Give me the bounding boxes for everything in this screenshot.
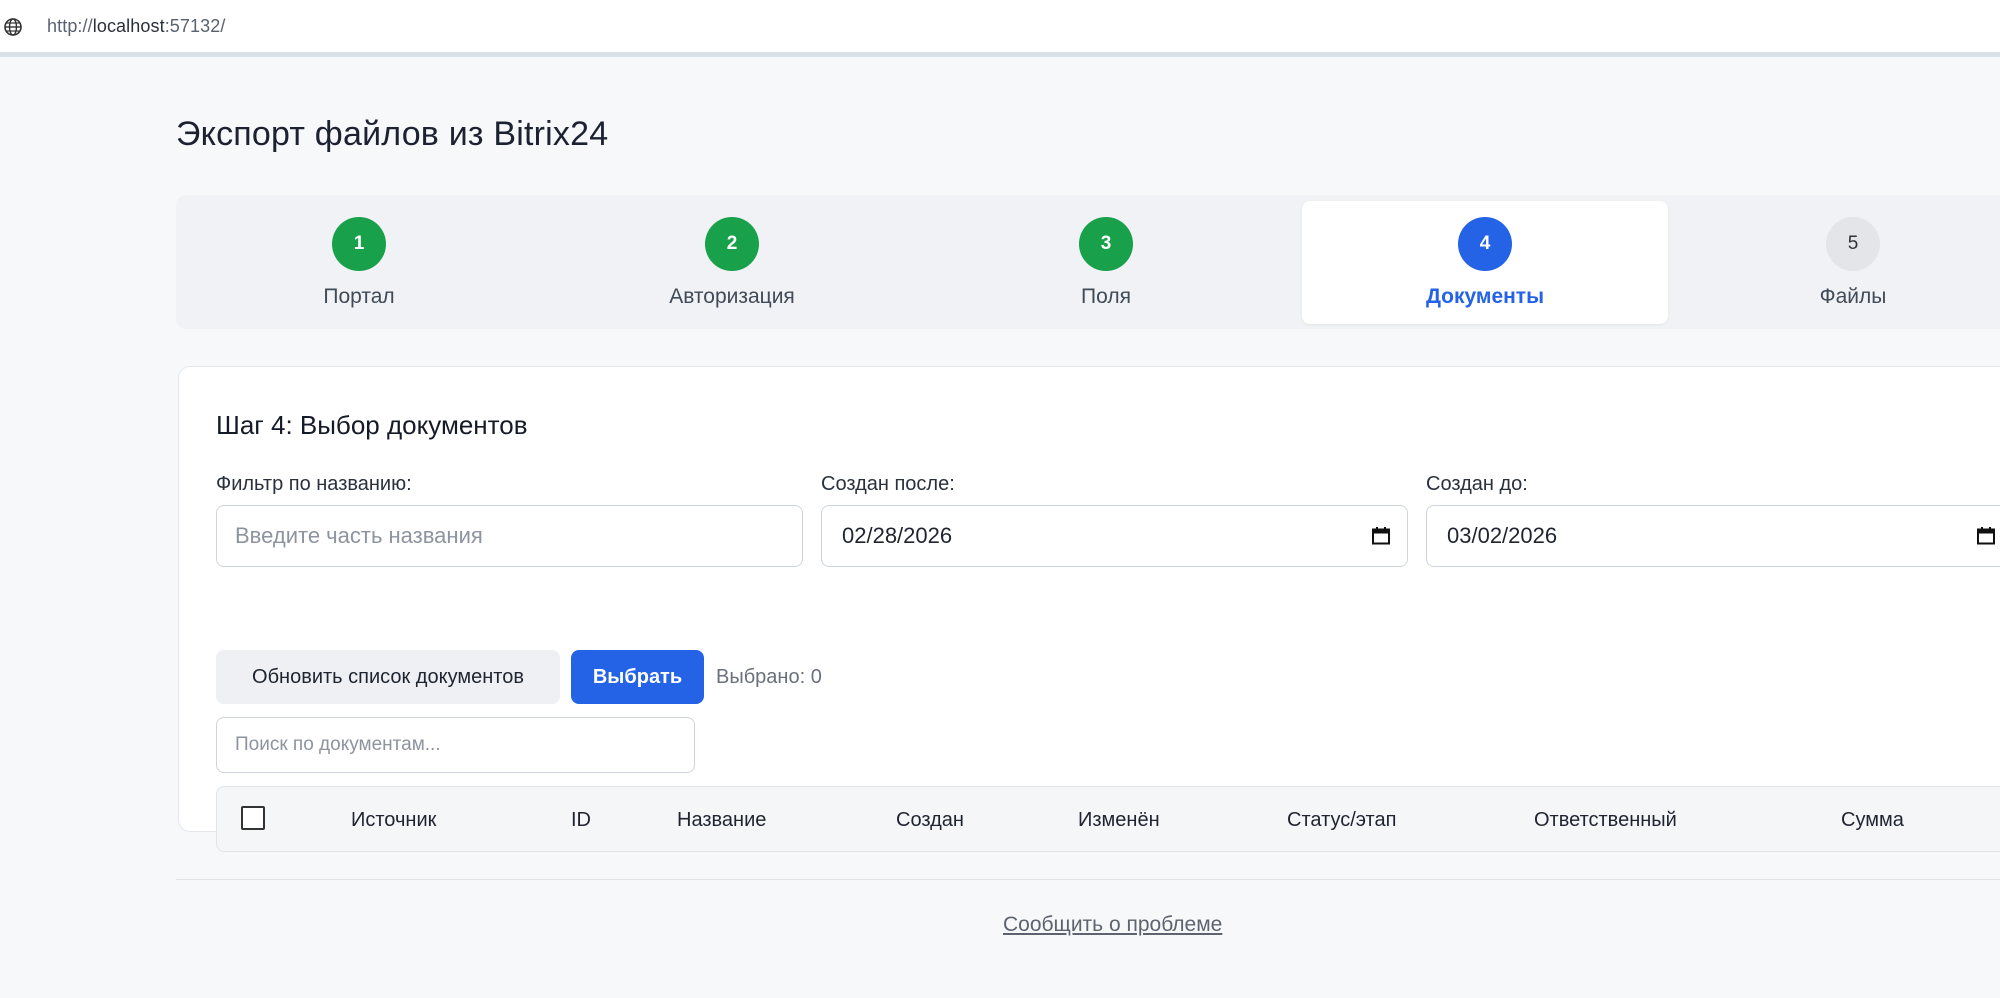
step-number: 4 <box>1458 217 1512 271</box>
url-field[interactable]: http://localhost:57132/ <box>47 16 225 37</box>
step-number: 3 <box>1079 217 1133 271</box>
step-portal[interactable]: 1 Портал <box>176 201 542 324</box>
calendar-icon[interactable] <box>1371 526 1391 546</box>
selected-count: Выбрано: 0 <box>716 666 822 688</box>
column-header-name[interactable]: Название <box>677 787 766 853</box>
url-host: localhost <box>92 16 165 36</box>
filter-name-input[interactable]: Введите часть названия <box>216 505 803 567</box>
document-search-input[interactable]: Поиск по документам... <box>216 717 695 773</box>
step-authorization[interactable]: 2 Авторизация <box>549 201 915 324</box>
column-header-source[interactable]: Источник <box>351 787 436 853</box>
column-header-modified[interactable]: Изменён <box>1078 787 1160 853</box>
step-label: Портал <box>323 285 395 308</box>
created-before-input[interactable]: 03/02/2026 <box>1426 505 2000 567</box>
step-label: Поля <box>1081 285 1131 308</box>
step-label: Файлы <box>1819 285 1887 308</box>
step-number: 1 <box>332 217 386 271</box>
stepper: 1 Портал 2 Авторизация 3 Поля 4 Документ… <box>176 195 2000 329</box>
report-problem-link[interactable]: Сообщить о проблеме <box>1003 913 1222 937</box>
url-suffix: :57132/ <box>164 16 226 36</box>
globe-icon <box>4 18 22 36</box>
url-prefix: http:// <box>47 16 93 36</box>
column-header-amount[interactable]: Сумма <box>1841 787 1904 853</box>
step-label: Авторизация <box>669 285 795 308</box>
created-before-value: 03/02/2026 <box>1447 523 1558 548</box>
step-number: 5 <box>1826 217 1880 271</box>
step-fields[interactable]: 3 Поля <box>923 201 1289 324</box>
created-after-input[interactable]: 02/28/2026 <box>821 505 1408 567</box>
documents-card: Шаг 4: Выбор документов Фильтр по назван… <box>178 366 2000 852</box>
refresh-documents-button[interactable]: Обновить список документов <box>216 650 560 704</box>
column-header-created[interactable]: Создан <box>896 787 964 853</box>
table-header: Источник ID Название Создан Изменён Стат… <box>216 786 2000 852</box>
column-header-status[interactable]: Статус/этап <box>1287 787 1396 853</box>
step-label: Документы <box>1425 285 1545 308</box>
column-header-responsible[interactable]: Ответственный <box>1534 787 1677 853</box>
step-documents[interactable]: 4 Документы <box>1302 201 1668 324</box>
browser-address-bar: http://localhost:57132/ <box>0 0 2000 57</box>
step-files[interactable]: 5 Файлы <box>1670 201 2000 324</box>
step-number: 2 <box>705 217 759 271</box>
select-button[interactable]: Выбрать <box>571 650 704 704</box>
filter-name-label: Фильтр по названию: <box>216 473 412 495</box>
footer-divider <box>176 879 2000 880</box>
page-title: Экспорт файлов из Bitrix24 <box>176 115 609 153</box>
created-after-value: 02/28/2026 <box>842 523 953 548</box>
column-header-id[interactable]: ID <box>571 787 591 853</box>
created-after-label: Создан после: <box>821 473 955 495</box>
created-before-label: Создан до: <box>1426 473 1528 495</box>
calendar-icon[interactable] <box>1976 526 1996 546</box>
select-all-checkbox[interactable] <box>241 806 265 830</box>
card-heading: Шаг 4: Выбор документов <box>216 410 528 440</box>
